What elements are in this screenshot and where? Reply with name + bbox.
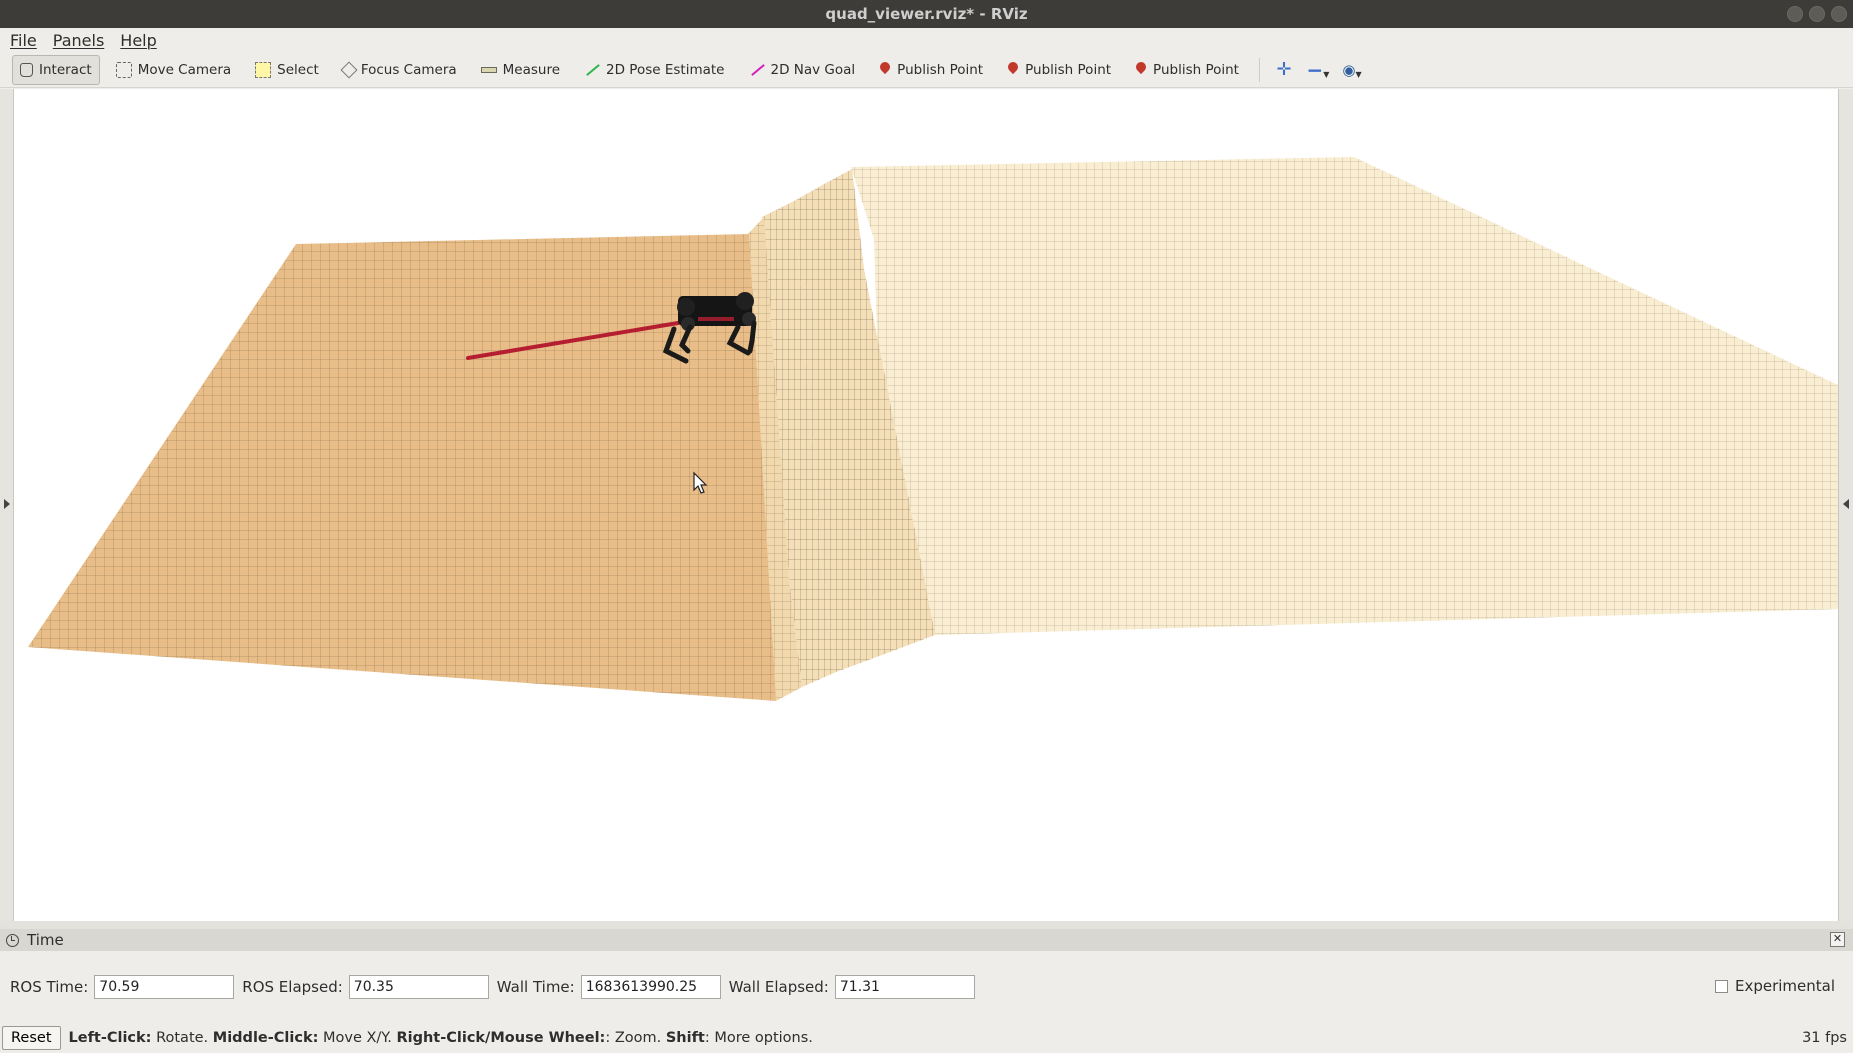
tools-toolbar: Interact Move Camera Select Focus Camera…: [0, 52, 1853, 88]
terrain-upper-plateau: [851, 157, 1838, 635]
add-tool-button[interactable]: ✛: [1270, 55, 1298, 85]
interaction-hint: Left-Click: Rotate. Middle-Click: Move X…: [69, 1030, 813, 1046]
panel-splitter[interactable]: [0, 921, 1853, 929]
hint-text: Move X/Y.: [318, 1030, 397, 1046]
terrain-lower-ground: [28, 234, 776, 701]
tool-label: Select: [277, 61, 319, 78]
tool-measure[interactable]: Measure: [473, 55, 568, 85]
tool-publish-point-1[interactable]: Publish Point: [871, 55, 991, 85]
toolbar-separator: [1258, 57, 1260, 82]
experimental-toggle[interactable]: Experimental: [1714, 977, 1835, 995]
right-dock-toggle[interactable]: [1838, 89, 1853, 921]
tool-label: 2D Nav Goal: [770, 61, 856, 78]
tool-2d-pose-estimate[interactable]: 2D Pose Estimate: [576, 55, 732, 85]
nav-goal-arrow-icon: [749, 62, 765, 78]
map-pin-icon: [1135, 62, 1147, 78]
hint-text: : More options.: [704, 1030, 813, 1046]
hint-text: Rotate.: [151, 1030, 213, 1046]
ros-time-label: ROS Time:: [10, 978, 89, 996]
move-camera-icon: [115, 61, 132, 78]
experimental-label: Experimental: [1734, 977, 1835, 995]
expand-left-arrow-icon: [1843, 499, 1849, 509]
hint-key: Left-Click:: [68, 1030, 152, 1046]
clock-icon: [6, 933, 19, 947]
view-options-button[interactable]: ◉ ▼: [1338, 55, 1366, 85]
focus-camera-icon: [340, 61, 358, 78]
map-pin-icon: [1007, 62, 1019, 78]
hint-text: : Zoom.: [605, 1030, 666, 1046]
hand-icon: [20, 62, 33, 77]
close-window-button[interactable]: [1831, 6, 1847, 22]
time-panel: ROS Time: ROS Elapsed: Wall Time: Wall E…: [0, 951, 1853, 1023]
time-panel-title: Time: [27, 931, 64, 949]
menu-panels[interactable]: Panels: [53, 31, 105, 50]
tool-publish-point-3[interactable]: Publish Point: [1127, 55, 1247, 85]
wall-time-label: Wall Time:: [496, 978, 575, 996]
minimize-button[interactable]: [1787, 6, 1803, 22]
tool-2d-nav-goal[interactable]: 2D Nav Goal: [741, 55, 864, 85]
expand-right-arrow-icon: [4, 499, 10, 509]
tool-interact[interactable]: Interact: [12, 54, 100, 85]
menu-file[interactable]: File: [10, 31, 37, 50]
tool-publish-point-2[interactable]: Publish Point: [999, 55, 1119, 85]
tool-label: 2D Pose Estimate: [606, 61, 725, 78]
experimental-checkbox[interactable]: [1714, 979, 1728, 993]
menu-help[interactable]: Help: [120, 31, 156, 50]
tool-label: Interact: [39, 61, 92, 78]
window-controls: [1787, 6, 1847, 22]
map-pin-icon: [879, 62, 891, 78]
remove-tool-button[interactable]: − ▼: [1304, 55, 1332, 85]
hint-key: Shift: [665, 1030, 705, 1046]
window-title: quad_viewer.rviz* - RViz: [825, 5, 1028, 23]
tool-label: Publish Point: [1025, 61, 1112, 78]
eye-icon: ◉: [1342, 60, 1356, 79]
wall-time-field[interactable]: [580, 975, 721, 999]
tool-label: Move Camera: [137, 61, 232, 78]
select-icon: [255, 61, 272, 78]
tool-label: Publish Point: [1153, 61, 1239, 78]
time-panel-header: Time ✕: [0, 929, 1853, 951]
hint-key: Right-Click/Mouse Wheel:: [396, 1030, 606, 1046]
wall-elapsed-field[interactable]: [834, 975, 975, 999]
fps-counter: 31 fps: [1802, 1030, 1847, 1046]
reset-button[interactable]: Reset: [2, 1026, 61, 1050]
minus-icon: −: [1306, 57, 1324, 82]
tool-focus-camera[interactable]: Focus Camera: [335, 55, 465, 85]
tool-select[interactable]: Select: [247, 55, 327, 85]
plus-icon: ✛: [1276, 59, 1292, 80]
measure-icon: [480, 67, 497, 73]
ros-elapsed-label: ROS Elapsed:: [242, 978, 343, 996]
tool-label: Focus Camera: [360, 61, 457, 78]
menu-bar: File Panels Help: [0, 28, 1853, 52]
tool-move-camera[interactable]: Move Camera: [108, 55, 239, 85]
maximize-button[interactable]: [1809, 6, 1825, 22]
ros-elapsed-field[interactable]: [348, 975, 489, 999]
wall-elapsed-label: Wall Elapsed:: [728, 978, 829, 996]
hint-key: Middle-Click:: [212, 1030, 319, 1046]
tool-label: Publish Point: [897, 61, 984, 78]
status-bar: Reset Left-Click: Rotate. Middle-Click: …: [0, 1023, 1853, 1053]
3d-scene[interactable]: [14, 89, 1838, 921]
pose-arrow-icon: [584, 62, 600, 78]
tool-label: Measure: [502, 61, 561, 78]
left-dock-toggle[interactable]: [0, 89, 14, 921]
ros-time-field[interactable]: [94, 975, 235, 999]
render-viewport[interactable]: [14, 89, 1838, 921]
window-titlebar: quad_viewer.rviz* - RViz: [0, 0, 1853, 28]
time-fields-row: ROS Time: ROS Elapsed: Wall Time: Wall E…: [10, 975, 983, 999]
close-panel-button[interactable]: ✕: [1830, 932, 1845, 947]
